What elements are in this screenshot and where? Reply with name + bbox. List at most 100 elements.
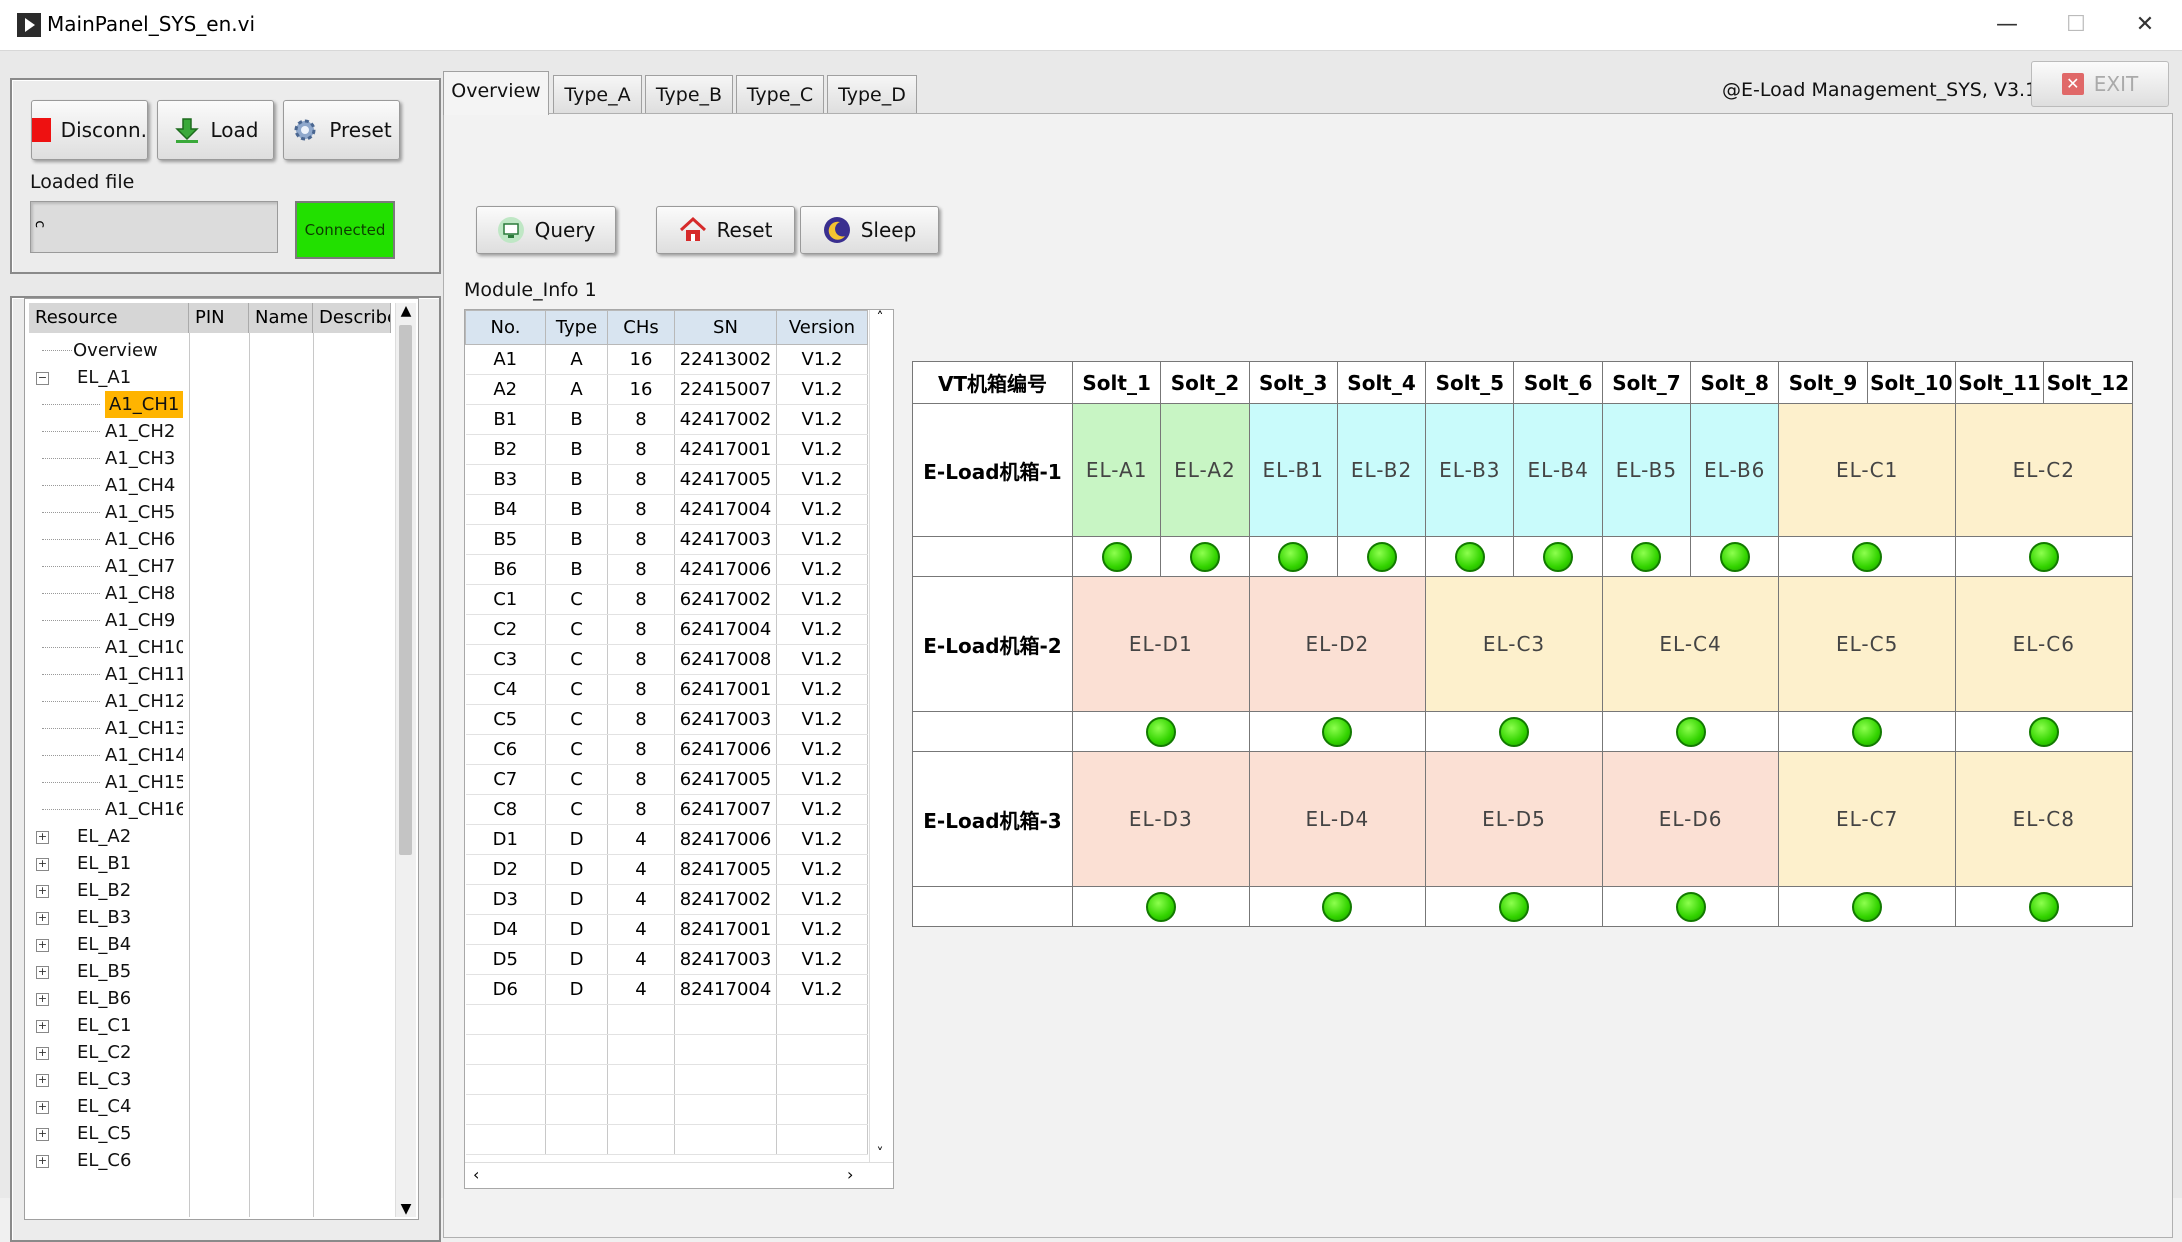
table-row[interactable]: C6 C 8 62417006 V1.2 — [465, 734, 868, 765]
table-row[interactable]: B5 B 8 42417003 V1.2 — [465, 524, 868, 555]
resource-tree[interactable]: Resource PIN Name Describe Overview − EL_A… — [24, 298, 419, 1220]
tree-item[interactable]: EL_B4 — [77, 931, 131, 958]
module-info-table[interactable]: No. Type CHs SN Version A1 A 16 22413002 V1.2 A2 A… — [464, 309, 894, 1189]
table-row[interactable]: B4 B 8 42417004 V1.2 — [465, 494, 868, 525]
tree-item[interactable]: A1_CH6 — [105, 526, 175, 553]
tree-item[interactable]: A1_CH15 — [105, 769, 183, 796]
tab-type-b[interactable]: Type_B — [645, 75, 733, 113]
disconnect-button[interactable]: Disconn. — [31, 100, 148, 160]
tree-item[interactable]: A1_CH12 — [105, 688, 183, 715]
tree-item[interactable]: EL_B3 — [77, 904, 131, 931]
tree-item[interactable]: A1_CH16 — [105, 796, 183, 823]
tree-col-name[interactable]: Name — [249, 303, 313, 333]
tree-item[interactable]: A1_CH5 — [105, 499, 175, 526]
table-row[interactable]: D5 D 4 82417003 V1.2 — [465, 944, 868, 975]
table-row[interactable]: C8 C 8 62417007 V1.2 — [465, 794, 868, 825]
module-slot-el-c2[interactable]: EL-C2 — [1954, 403, 2133, 537]
tree-item[interactable]: EL_C4 — [77, 1093, 131, 1120]
tree-scrollbar[interactable]: ▲ ▼ — [395, 303, 416, 1217]
module-slot-el-a2[interactable]: EL-A2 — [1160, 403, 1250, 537]
table-row[interactable]: D2 D 4 82417005 V1.2 — [465, 854, 868, 885]
tree-item[interactable]: EL_C5 — [77, 1120, 131, 1147]
scroll-left-icon[interactable]: ‹ — [473, 1165, 479, 1184]
module-info-hscroll[interactable]: ‹ › — [465, 1162, 893, 1188]
tree-item[interactable]: A1_CH9 — [105, 607, 175, 634]
module-slot-el-c4[interactable]: EL-C4 — [1601, 576, 1780, 712]
tree-item[interactable]: EL_C2 — [77, 1039, 131, 1066]
expand-icon[interactable]: + — [36, 966, 49, 979]
expand-icon[interactable]: + — [36, 1155, 49, 1168]
module-slot-el-d5[interactable]: EL-D5 — [1425, 751, 1603, 887]
expand-icon[interactable]: + — [36, 1128, 49, 1141]
tab-type-d[interactable]: Type_D — [827, 75, 917, 113]
expand-icon[interactable]: + — [36, 1101, 49, 1114]
module-slot-el-c1[interactable]: EL-C1 — [1778, 403, 1956, 537]
tree-item[interactable]: EL_C1 — [77, 1012, 131, 1039]
tree-item[interactable]: A1_CH2 — [105, 418, 175, 445]
module-slot-el-a1[interactable]: EL-A1 — [1071, 403, 1162, 537]
module-slot-el-b4[interactable]: EL-B4 — [1513, 403, 1603, 537]
module-slot-el-b5[interactable]: EL-B5 — [1601, 403, 1692, 537]
module-slot-el-c7[interactable]: EL-C7 — [1778, 751, 1956, 887]
expand-icon[interactable]: + — [36, 993, 49, 1006]
module-info-vscroll[interactable]: ˄ ˅ — [869, 310, 890, 1162]
tree-item[interactable]: EL_B5 — [77, 958, 131, 985]
module-slot-el-b2[interactable]: EL-B2 — [1336, 403, 1427, 537]
tree-col-resource[interactable]: Resource — [29, 303, 189, 333]
table-row[interactable]: B3 B 8 42417005 V1.2 — [465, 464, 868, 495]
scroll-up-icon[interactable]: ˄ — [870, 310, 890, 326]
table-row[interactable]: C3 C 8 62417008 V1.2 — [465, 644, 868, 675]
collapse-icon[interactable]: − — [36, 372, 49, 385]
table-row[interactable]: B6 B 8 42417006 V1.2 — [465, 554, 868, 585]
expand-icon[interactable]: + — [36, 831, 49, 844]
expand-icon[interactable]: + — [36, 1047, 49, 1060]
tree-col-describe[interactable]: Describe — [313, 303, 391, 333]
tab-type-a[interactable]: Type_A — [553, 75, 642, 113]
tree-item[interactable]: EL_B1 — [77, 850, 131, 877]
close-button[interactable]: ✕ — [2120, 8, 2170, 42]
column-header[interactable]: Type — [545, 310, 608, 345]
loaded-file-field[interactable]: ᴒ — [30, 201, 278, 253]
expand-icon[interactable]: + — [36, 912, 49, 925]
table-row[interactable]: C2 C 8 62417004 V1.2 — [465, 614, 868, 645]
tree-scroll-thumb[interactable] — [399, 325, 412, 855]
tree-item[interactable]: A1_CH14 — [105, 742, 183, 769]
tree-col-pin[interactable]: PIN — [189, 303, 249, 333]
tree-item[interactable]: EL_B2 — [77, 877, 131, 904]
table-row[interactable]: C4 C 8 62417001 V1.2 — [465, 674, 868, 705]
expand-icon[interactable]: + — [36, 885, 49, 898]
expand-icon[interactable]: + — [36, 939, 49, 952]
tree-item[interactable]: EL_C3 — [77, 1066, 131, 1093]
scroll-up-icon[interactable]: ▲ — [396, 303, 416, 319]
tree-item[interactable]: A1_CH4 — [105, 472, 175, 499]
module-slot-el-d4[interactable]: EL-D4 — [1248, 751, 1427, 887]
module-slot-el-c5[interactable]: EL-C5 — [1778, 576, 1956, 712]
module-slot-el-b1[interactable]: EL-B1 — [1248, 403, 1338, 537]
tree-item[interactable]: A1_CH7 — [105, 553, 175, 580]
module-slot-el-c6[interactable]: EL-C6 — [1954, 576, 2133, 712]
tree-item[interactable]: EL_A1 — [77, 364, 131, 391]
module-slot-el-c8[interactable]: EL-C8 — [1954, 751, 2133, 887]
column-header[interactable]: CHs — [607, 310, 675, 345]
table-row[interactable]: C7 C 8 62417005 V1.2 — [465, 764, 868, 795]
tree-item[interactable]: Overview — [73, 337, 158, 364]
tab-type-c[interactable]: Type_C — [736, 75, 824, 113]
tree-item[interactable]: EL_B6 — [77, 985, 131, 1012]
tree-item[interactable]: A1_CH8 — [105, 580, 175, 607]
module-slot-el-d6[interactable]: EL-D6 — [1601, 751, 1780, 887]
tree-item[interactable]: A1_CH13 — [105, 715, 183, 742]
table-row[interactable]: D6 D 4 82417004 V1.2 — [465, 974, 868, 1005]
tree-item[interactable]: A1_CH1 — [105, 391, 184, 418]
tab-overview[interactable]: Overview — [443, 71, 549, 115]
table-row[interactable]: B1 B 8 42417002 V1.2 — [465, 404, 868, 435]
table-row[interactable]: D1 D 4 82417006 V1.2 — [465, 824, 868, 855]
preset-button[interactable]: Preset — [283, 100, 400, 160]
maximize-button[interactable]: ☐ — [2051, 8, 2101, 42]
tree-item[interactable]: EL_A2 — [77, 823, 131, 850]
table-row[interactable]: D3 D 4 82417002 V1.2 — [465, 884, 868, 915]
table-row[interactable]: C5 C 8 62417003 V1.2 — [465, 704, 868, 735]
module-slot-el-d1[interactable]: EL-D1 — [1072, 576, 1250, 712]
expand-icon[interactable]: + — [36, 1020, 49, 1033]
column-header[interactable]: SN — [674, 310, 777, 345]
table-row[interactable]: A2 A 16 22415007 V1.2 — [465, 374, 868, 405]
